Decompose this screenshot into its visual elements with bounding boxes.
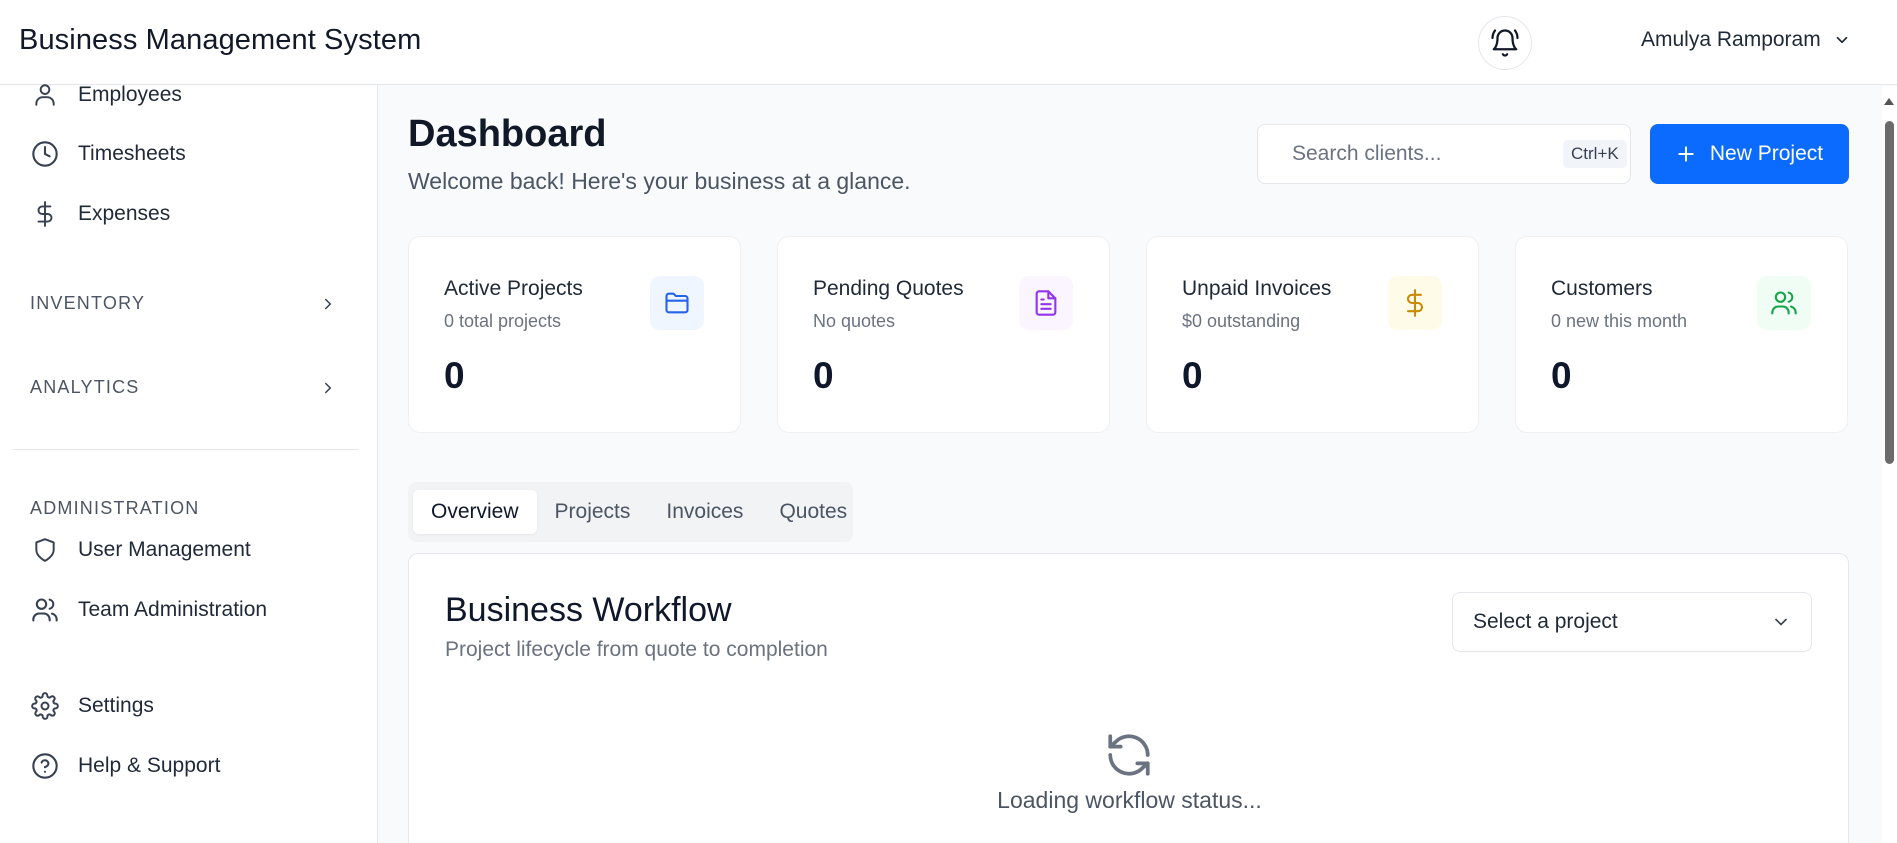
section-label: ANALYTICS bbox=[30, 377, 140, 397]
top-bar: Business Management System Amulya Rampor… bbox=[0, 0, 1897, 85]
sidebar-item-timesheets[interactable]: Timesheets bbox=[30, 139, 186, 169]
new-project-label: New Project bbox=[1709, 142, 1824, 165]
main-content: Dashboard Welcome back! Here's your busi… bbox=[379, 86, 1882, 843]
file-text-icon bbox=[1019, 276, 1073, 330]
stat-value: 0 bbox=[1551, 355, 1572, 396]
stat-card-pending-quotes[interactable]: Pending Quotes No quotes 0 bbox=[777, 236, 1110, 433]
tab-invoices[interactable]: Invoices bbox=[648, 490, 761, 534]
plus-icon bbox=[1678, 146, 1694, 162]
sidebar-section-administration: ADMINISTRATION bbox=[30, 498, 337, 519]
dollar-icon bbox=[30, 199, 60, 229]
stat-label: Customers bbox=[1551, 277, 1653, 300]
sidebar-item-expenses[interactable]: Expenses bbox=[30, 199, 170, 229]
sidebar-section-analytics[interactable]: ANALYTICS bbox=[30, 377, 337, 398]
user-menu[interactable]: Amulya Ramporam bbox=[1641, 28, 1851, 52]
stat-sub: No quotes bbox=[813, 311, 896, 331]
workflow-title: Business Workflow bbox=[445, 591, 732, 629]
sidebar-item-label: Help & Support bbox=[78, 754, 221, 777]
stat-sub: $0 outstanding bbox=[1182, 311, 1301, 331]
project-select-value: Select a project bbox=[1473, 610, 1618, 633]
refresh-icon bbox=[1108, 734, 1150, 776]
clock-icon bbox=[30, 139, 60, 169]
section-label: ADMINISTRATION bbox=[30, 498, 200, 518]
workflow-card: Business Workflow Project lifecycle from… bbox=[408, 553, 1849, 843]
stat-card-unpaid-invoices[interactable]: Unpaid Invoices $0 outstanding 0 bbox=[1146, 236, 1479, 433]
sidebar-section-inventory[interactable]: INVENTORY bbox=[30, 293, 337, 314]
section-label: INVENTORY bbox=[30, 293, 146, 313]
stat-value: 0 bbox=[813, 355, 834, 396]
user-name: Amulya Ramporam bbox=[1641, 28, 1821, 51]
scroll-up-arrow-icon[interactable] bbox=[1884, 98, 1894, 105]
stat-value: 0 bbox=[444, 355, 465, 396]
stat-label: Pending Quotes bbox=[813, 277, 964, 300]
chevron-right-icon bbox=[325, 298, 332, 309]
notifications-button[interactable] bbox=[1478, 16, 1532, 70]
stat-card-customers[interactable]: Customers 0 new this month 0 bbox=[1515, 236, 1848, 433]
gear-icon bbox=[30, 691, 60, 721]
stat-label: Unpaid Invoices bbox=[1182, 277, 1332, 300]
search-box[interactable]: Ctrl+K bbox=[1257, 124, 1631, 184]
sidebar-item-label: Expenses bbox=[78, 202, 171, 225]
sidebar-item-label: Employees bbox=[78, 83, 182, 106]
shortcut-badge: Ctrl+K bbox=[1563, 140, 1627, 168]
project-select[interactable]: Select a project bbox=[1452, 592, 1812, 652]
sidebar-item-label: Team Administration bbox=[78, 598, 268, 621]
sidebar-item-label: User Management bbox=[78, 538, 251, 561]
scroll-thumb[interactable] bbox=[1885, 121, 1894, 464]
sidebar-item-team-administration[interactable]: Team Administration bbox=[30, 595, 267, 625]
help-circle-icon bbox=[30, 751, 60, 781]
sidebar-item-help-support[interactable]: Help & Support bbox=[30, 751, 220, 781]
stat-sub: 0 total projects bbox=[444, 311, 562, 331]
workflow-subtitle: Project lifecycle from quote to completi… bbox=[445, 638, 828, 661]
sidebar-item-user-management[interactable]: User Management bbox=[30, 535, 251, 565]
user-icon bbox=[30, 80, 60, 110]
sidebar-item-employees[interactable]: Employees bbox=[30, 80, 182, 110]
sidebar: Employees Timesheets Expenses INVENTORY … bbox=[0, 83, 378, 843]
chevron-right-icon bbox=[325, 382, 332, 393]
sidebar-item-label: Settings bbox=[78, 694, 154, 717]
chevron-down-icon bbox=[1775, 618, 1787, 626]
stat-sub: 0 new this month bbox=[1551, 311, 1688, 331]
shield-icon bbox=[30, 535, 60, 565]
scrollbar[interactable] bbox=[1882, 86, 1897, 843]
tab-quotes[interactable]: Quotes bbox=[761, 490, 865, 534]
folder-icon bbox=[650, 276, 704, 330]
tab-list: Overview Projects Invoices Quotes bbox=[408, 482, 853, 542]
users-icon bbox=[1757, 276, 1811, 330]
sidebar-item-label: Timesheets bbox=[78, 142, 186, 165]
sidebar-divider bbox=[13, 449, 359, 450]
stat-label: Active Projects bbox=[444, 277, 583, 300]
loading-text: Loading workflow status... bbox=[997, 787, 1262, 813]
sidebar-item-settings[interactable]: Settings bbox=[30, 691, 154, 721]
stat-value: 0 bbox=[1182, 355, 1203, 396]
new-project-button[interactable]: New Project bbox=[1650, 124, 1849, 184]
users-icon bbox=[30, 595, 60, 625]
dollar-icon bbox=[1388, 276, 1442, 330]
stat-card-active-projects[interactable]: Active Projects 0 total projects 0 bbox=[408, 236, 741, 433]
app-title: Business Management System bbox=[19, 24, 422, 56]
page-title: Dashboard bbox=[408, 113, 607, 155]
chevron-down-icon bbox=[1836, 36, 1848, 44]
bell-icon bbox=[1491, 29, 1519, 57]
search-input[interactable] bbox=[1292, 142, 1563, 166]
page-subtitle: Welcome back! Here's your business at a … bbox=[408, 168, 911, 194]
tab-overview[interactable]: Overview bbox=[413, 490, 537, 534]
tab-projects[interactable]: Projects bbox=[537, 490, 649, 534]
